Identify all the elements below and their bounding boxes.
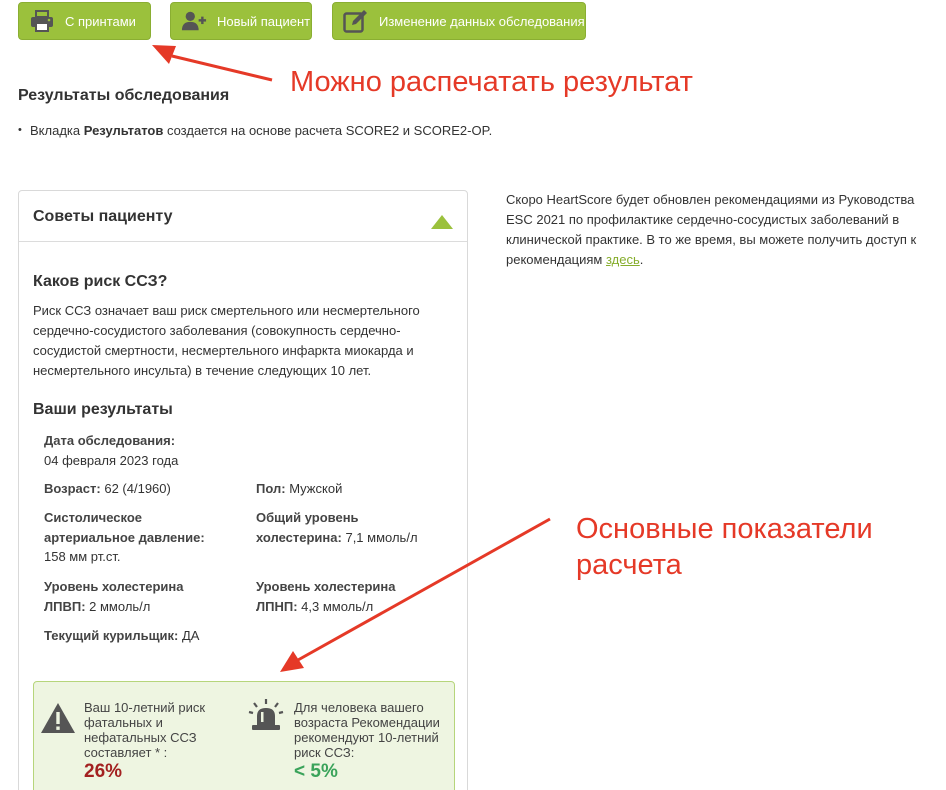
advice-card-title: Советы пациенту — [33, 208, 173, 225]
field-smoker: Текущий курильщик: ДА — [44, 628, 200, 643]
advice-card-header[interactable]: Советы пациенту — [19, 191, 467, 242]
intro-text: Вкладка Результатов создается на основе … — [30, 123, 493, 138]
risk-summary-box: Ваш 10-летний риск фатальных и нефатальн… — [33, 681, 455, 790]
new-patient-button-label: Новый пациент — [217, 13, 311, 29]
field-ldl: Уровень холестерина ЛПНП: 4,3 ммоль/л — [256, 579, 396, 614]
add-user-icon — [181, 8, 207, 34]
field-sbp: Систолическое артериальное давление: 158 м… — [44, 510, 205, 564]
results-title: Ваши результаты — [33, 401, 173, 418]
target-risk: Для человека вашего возраста Рекомендаци… — [294, 700, 440, 782]
side-note: Скоро HeartScore будет обновлен рекоменд… — [506, 192, 917, 267]
arrow-to-print-button — [171, 54, 273, 82]
your-risk: Ваш 10-летний риск фатальных и нефатальн… — [84, 700, 206, 782]
arrow-head-print — [152, 45, 176, 64]
chevron-up-icon[interactable] — [431, 213, 453, 229]
annotation-print: Можно распечатать результат — [290, 66, 693, 98]
print-button-label: С принтами — [65, 13, 136, 29]
your-risk-value: 26% — [84, 761, 123, 782]
target-risk-value: < 5% — [294, 761, 338, 782]
guidelines-link[interactable]: здесь — [606, 252, 640, 267]
warning-icon — [40, 702, 76, 739]
field-age: Возраст: 62 (4/1960) — [44, 481, 171, 496]
risk-question-title: Каков риск ССЗ? — [33, 273, 168, 290]
field-hdl: Уровень холестерина ЛПВП: 2 ммоль/л — [44, 579, 184, 614]
risk-question-text: Риск ССЗ означает ваш риск смертельного … — [33, 303, 420, 378]
advice-card: Советы пациенту Каков риск ССЗ? Риск ССЗ… — [18, 190, 468, 790]
annotation-main-indicators: Основные показатели расчета — [576, 513, 873, 581]
alarm-icon — [248, 698, 284, 737]
bullet: • — [18, 124, 22, 136]
edit-exam-button-label: Изменение данных обследования — [379, 13, 585, 29]
intro-list-item: • Вкладка Результатов создается на основ… — [18, 123, 492, 138]
page-title: Результаты обследования — [18, 87, 230, 104]
edit-exam-button[interactable]: Изменение данных обследования — [332, 2, 586, 40]
new-patient-button[interactable]: Новый пациент — [170, 2, 312, 40]
print-button[interactable]: С принтами — [18, 2, 151, 40]
field-exam-date: Дата обследования: 04 февраля 2023 года — [44, 433, 179, 468]
field-sex: Пол: Мужской — [256, 481, 343, 496]
printer-icon — [29, 8, 55, 34]
edit-icon — [343, 8, 369, 34]
field-total-cholesterol: Общий уровень холестерина: 7,1 ммоль/л — [256, 510, 418, 545]
